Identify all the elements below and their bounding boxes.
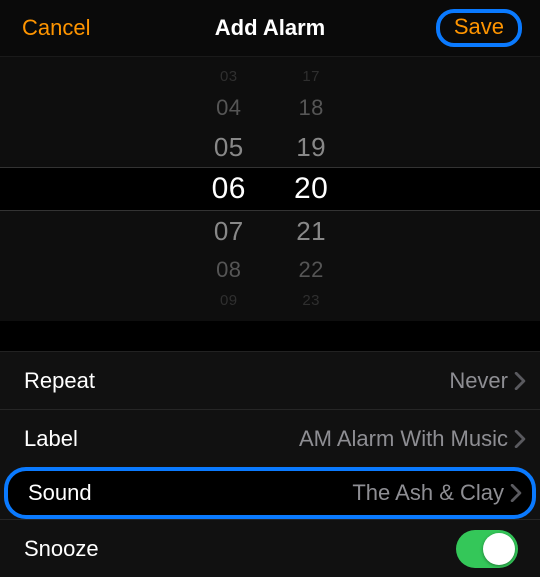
snooze-label: Snooze <box>24 536 99 562</box>
picker-hour-item: 03 <box>220 65 238 89</box>
alarm-settings-list: Repeat Never Label AM Alarm With Music S… <box>0 351 540 577</box>
label-row[interactable]: Label AM Alarm With Music <box>0 409 540 467</box>
picker-minute-item: 18 <box>298 89 323 127</box>
picker-minute-item: 17 <box>302 65 320 89</box>
picker-minute-selected: 20 <box>294 167 328 211</box>
sound-row[interactable]: Sound The Ash & Clay <box>4 467 536 519</box>
picker-minute-item: 21 <box>296 211 326 251</box>
page-title: Add Alarm <box>215 15 325 41</box>
save-button[interactable]: Save <box>436 9 522 47</box>
label-value: AM Alarm With Music <box>299 426 526 452</box>
picker-hour-item: 04 <box>216 89 241 127</box>
minute-picker-column[interactable]: 17 18 19 20 21 22 23 <box>294 57 328 321</box>
header: Cancel Add Alarm Save <box>0 0 540 56</box>
toggle-knob-icon <box>483 533 515 565</box>
picker-hour-item: 07 <box>214 211 244 251</box>
snooze-toggle[interactable] <box>456 530 518 568</box>
repeat-row[interactable]: Repeat Never <box>0 351 540 409</box>
picker-hour-item: 09 <box>220 289 238 313</box>
picker-hour-selected: 06 <box>212 167 246 211</box>
picker-minute-item: 19 <box>296 127 326 167</box>
time-picker[interactable]: 03 04 05 06 07 08 09 17 18 19 20 21 22 2… <box>0 56 540 321</box>
repeat-value: Never <box>449 368 526 394</box>
picker-minute-item: 23 <box>302 289 320 313</box>
hour-picker-column[interactable]: 03 04 05 06 07 08 09 <box>212 57 246 321</box>
picker-hour-item: 05 <box>214 127 244 167</box>
cancel-button[interactable]: Cancel <box>22 15 90 41</box>
chevron-right-icon <box>514 372 526 390</box>
picker-minute-item: 22 <box>298 251 323 289</box>
chevron-right-icon <box>510 484 522 502</box>
label-label: Label <box>24 426 78 452</box>
sound-label: Sound <box>28 480 92 506</box>
repeat-label: Repeat <box>24 368 95 394</box>
sound-value: The Ash & Clay <box>352 480 522 506</box>
snooze-row: Snooze <box>0 519 540 577</box>
picker-hour-item: 08 <box>216 251 241 289</box>
chevron-right-icon <box>514 430 526 448</box>
